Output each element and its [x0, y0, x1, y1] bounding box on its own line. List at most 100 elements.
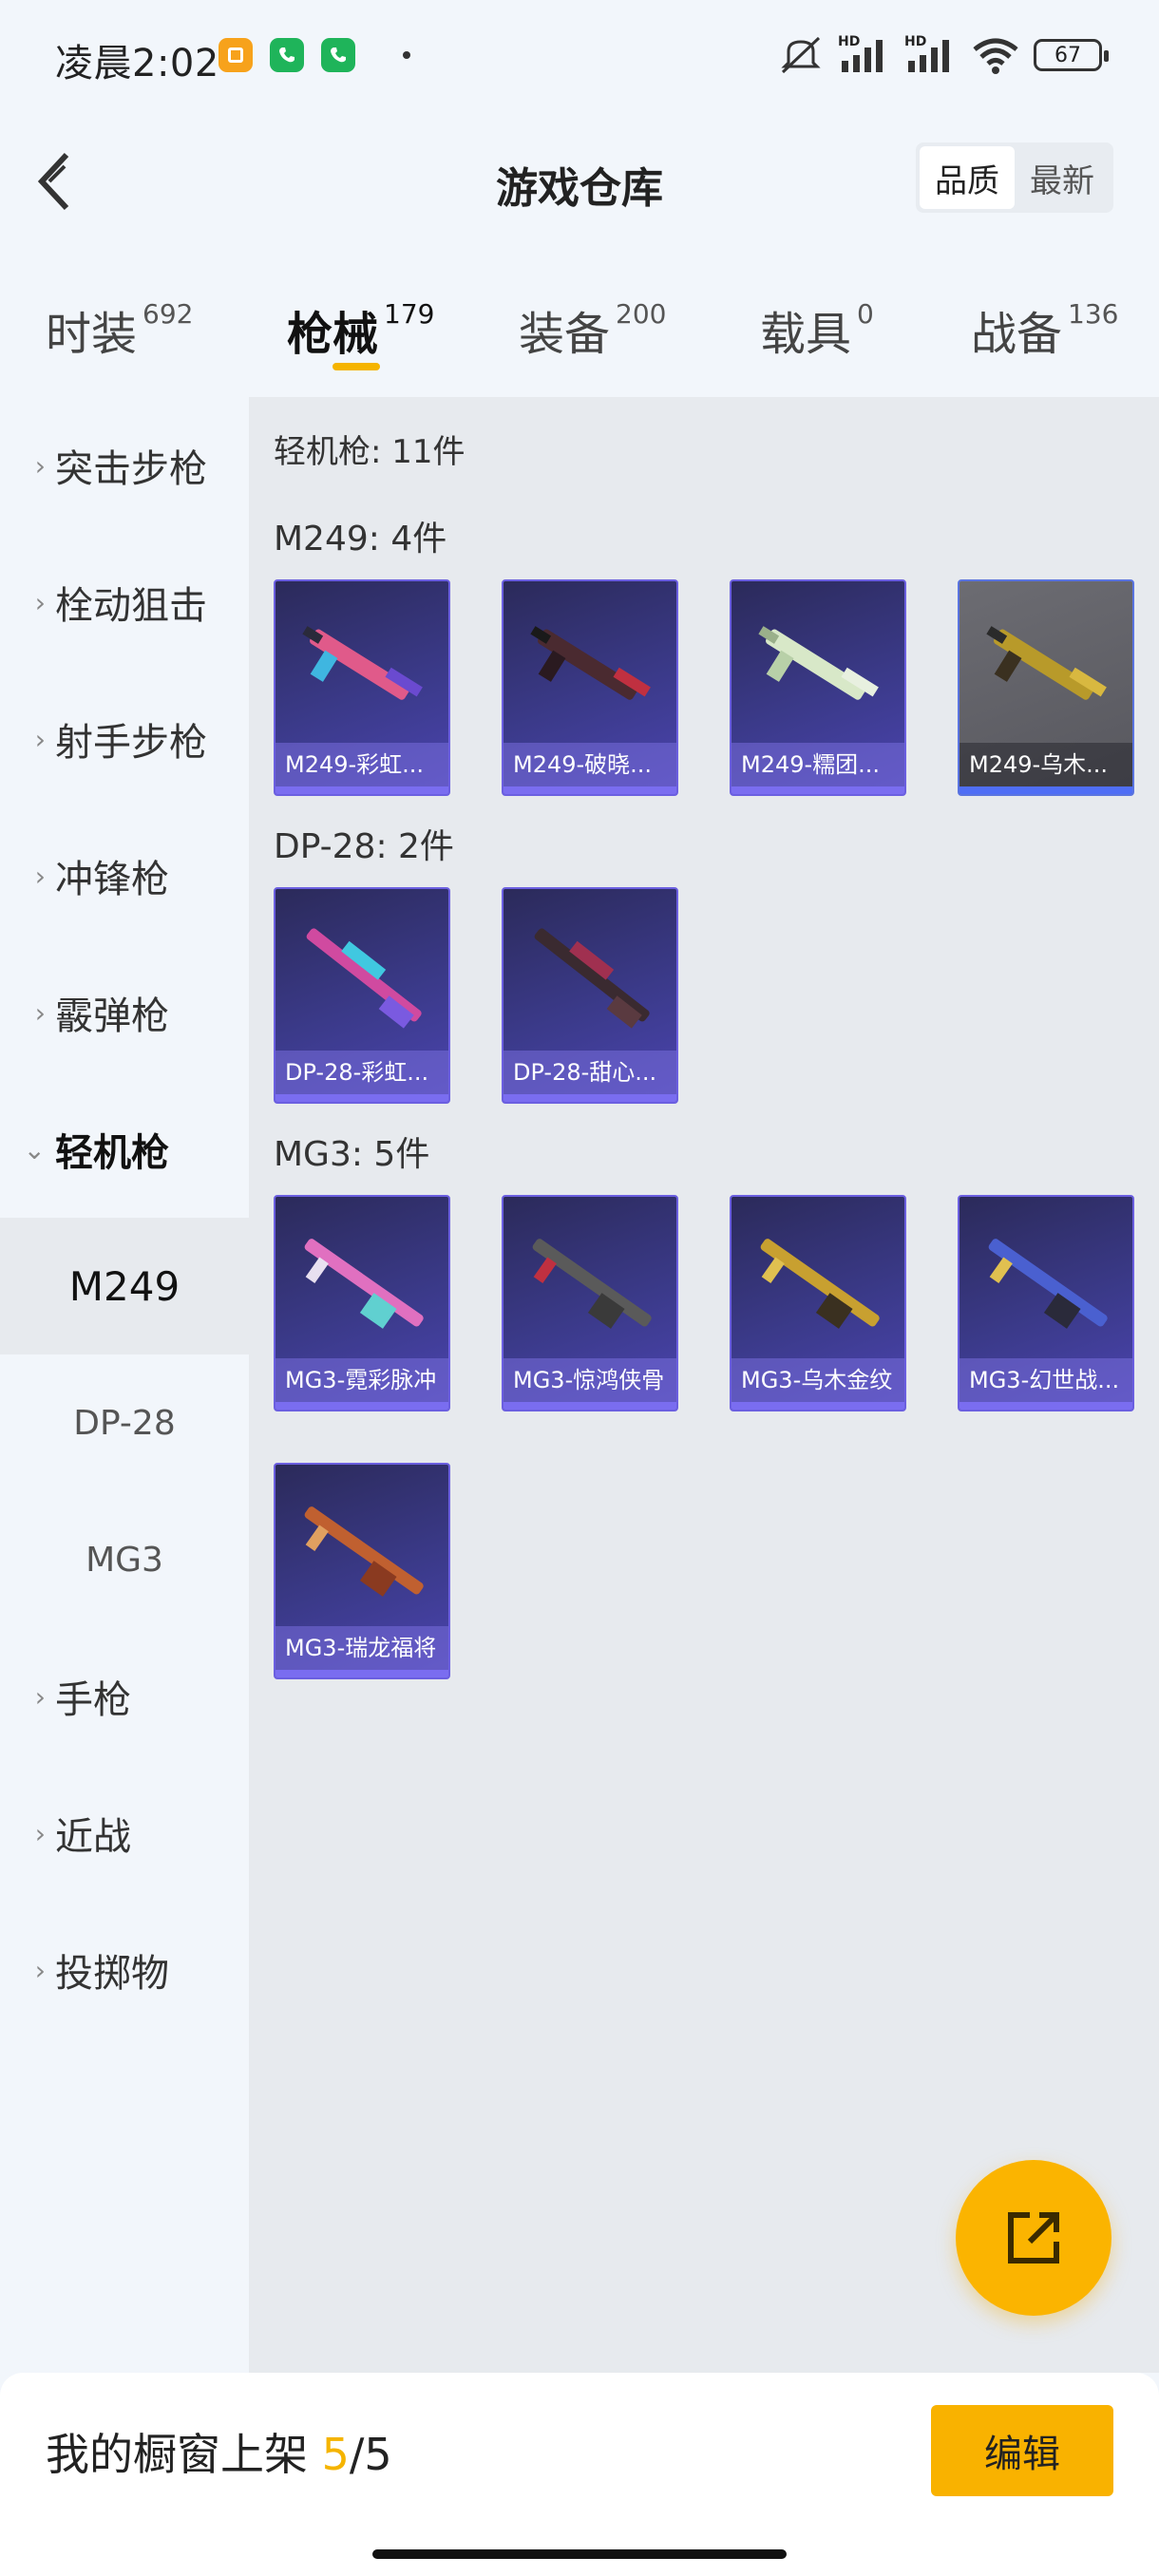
- item-name: DP-28-彩虹...: [276, 1051, 448, 1094]
- group-title-dp28: DP-28: 2件: [274, 827, 454, 866]
- tab-fashion[interactable]: 时装 692: [46, 296, 193, 363]
- chevron-right-icon: ›: [34, 1680, 46, 1713]
- rarity-bar: [960, 1402, 1132, 1410]
- chevron-right-icon: ›: [34, 586, 46, 618]
- share-fab-button[interactable]: [956, 2160, 1112, 2316]
- rarity-bar: [276, 1402, 448, 1410]
- item-name: DP-28-甜心...: [504, 1051, 676, 1094]
- sidebar-item-lmg[interactable]: ⌄ 轻机枪: [0, 1081, 249, 1218]
- sidebar-subitem-mg3[interactable]: MG3: [0, 1491, 249, 1628]
- item-name: M249-乌木...: [960, 743, 1132, 786]
- item-name: M249-破晓...: [504, 743, 676, 786]
- chevron-right-icon: ›: [34, 996, 46, 1029]
- tab-equipment[interactable]: 装备 200: [519, 296, 666, 363]
- showcase-status: 我的橱窗上架 5/5: [46, 2420, 392, 2483]
- sidebar-item-throwables[interactable]: › 投掷物: [0, 1902, 249, 2038]
- tab-count: 0: [857, 298, 874, 330]
- weapon-image: [534, 928, 650, 1029]
- sidebar-subitem-dp28[interactable]: DP-28: [0, 1354, 249, 1491]
- sort-newest-option[interactable]: 最新: [1015, 146, 1110, 209]
- sidebar-item-label: 霰弹枪: [55, 994, 169, 1038]
- showcase-label: 我的橱窗上架: [46, 2429, 308, 2480]
- rarity-bar: [504, 786, 676, 794]
- phone-app-icon: [321, 38, 355, 72]
- showcase-total: /5: [349, 2429, 392, 2480]
- chevron-right-icon: ›: [34, 449, 46, 482]
- item-card[interactable]: M249-彩虹...: [274, 579, 450, 796]
- tab-supplies[interactable]: 战备 136: [971, 296, 1118, 363]
- sidebar-item-label: 手枪: [55, 1678, 131, 1722]
- tab-weapons[interactable]: 枪械 179: [287, 296, 434, 363]
- showcase-bar: 我的橱窗上架 5/5 编辑: [0, 2373, 1159, 2576]
- sidebar-item-bolt-sniper[interactable]: › 栓动狙击: [0, 534, 249, 671]
- sidebar-item-pistol[interactable]: › 手枪: [0, 1628, 249, 1765]
- chevron-right-icon: ›: [34, 1817, 46, 1849]
- sidebar-item-smg[interactable]: › 冲锋枪: [0, 807, 249, 944]
- signal-icon: [842, 40, 883, 72]
- cellular-signal-1: HD: [838, 34, 891, 76]
- home-indicator[interactable]: [372, 2549, 787, 2559]
- sidebar-item-marksman-rifle[interactable]: › 射手步枪: [0, 671, 249, 807]
- item-card[interactable]: MG3-乌木金纹: [730, 1195, 906, 1411]
- tab-count: 200: [616, 298, 667, 330]
- item-card[interactable]: M249-糯团...: [730, 579, 906, 796]
- item-name: M249-糯团...: [732, 743, 904, 786]
- item-card[interactable]: DP-28-彩虹...: [274, 887, 450, 1104]
- item-card[interactable]: DP-28-甜心...: [502, 887, 678, 1104]
- active-tab-indicator: [332, 363, 380, 370]
- chevron-right-icon: ›: [34, 860, 46, 892]
- sidebar-item-label: 栓动狙击: [55, 584, 207, 628]
- sidebar-item-melee[interactable]: › 近战: [0, 1765, 249, 1902]
- wifi-icon: [973, 38, 1018, 74]
- rarity-bar: [276, 786, 448, 794]
- weapon-image: [304, 1239, 424, 1329]
- sidebar-item-label: 轻机枪: [55, 1131, 169, 1175]
- item-card[interactable]: M249-乌木...: [958, 579, 1134, 796]
- tab-count: 692: [142, 298, 194, 330]
- category-total: 轻机枪: 11件: [274, 433, 466, 471]
- rarity-bar: [504, 1094, 676, 1102]
- item-name: MG3-乌木金纹: [732, 1358, 904, 1402]
- weapon-image: [758, 626, 879, 700]
- category-tabs: 时装 692 枪械 179 装备 200 载具 0 战备 136: [0, 275, 1159, 380]
- item-name: M249-彩虹...: [276, 743, 448, 786]
- group-title-mg3: MG3: 5件: [274, 1135, 430, 1174]
- tab-vehicles[interactable]: 载具 0: [760, 296, 874, 363]
- item-card[interactable]: MG3-瑞龙福将: [274, 1463, 450, 1679]
- status-bar: 凌晨2:02 HD HD 67: [0, 0, 1159, 114]
- sort-quality-option[interactable]: 品质: [920, 146, 1015, 209]
- item-card[interactable]: MG3-幻世战...: [958, 1195, 1134, 1411]
- rarity-bar: [732, 786, 904, 794]
- edit-button[interactable]: 编辑: [931, 2405, 1113, 2496]
- battery-icon: 67: [1034, 39, 1109, 71]
- tab-count: 136: [1068, 298, 1119, 330]
- sidebar-item-assault-rifle[interactable]: › 突击步枪: [0, 397, 249, 534]
- chevron-right-icon: ›: [34, 1954, 46, 1986]
- sort-toggle: 品质 最新: [916, 142, 1113, 213]
- sidebar-subitem-m249[interactable]: M249: [0, 1218, 249, 1354]
- sidebar-item-label: 冲锋枪: [55, 858, 169, 901]
- item-card[interactable]: M249-破晓...: [502, 579, 678, 796]
- status-time: 凌晨2:02: [55, 42, 219, 85]
- notification-icons: [218, 38, 410, 72]
- chevron-right-icon: ›: [34, 723, 46, 755]
- item-card[interactable]: MG3-惊鸿侠骨: [502, 1195, 678, 1411]
- item-name: MG3-幻世战...: [960, 1358, 1132, 1402]
- weapon-image: [530, 626, 651, 700]
- rarity-bar: [276, 1094, 448, 1102]
- system-status-icons: HD HD 67: [777, 34, 1109, 76]
- tab-label: 时装: [46, 308, 138, 361]
- signal-icon: [908, 40, 949, 72]
- weapon-image: [304, 1506, 424, 1597]
- sidebar-item-shotgun[interactable]: › 霰弹枪: [0, 944, 249, 1081]
- rarity-bar: [504, 1402, 676, 1410]
- header: 游戏仓库 品质 最新: [0, 114, 1159, 247]
- weapon-image: [988, 1239, 1108, 1329]
- item-card[interactable]: MG3-霓彩脉冲: [274, 1195, 450, 1411]
- tab-label: 装备: [519, 308, 611, 361]
- tab-label: 枪械: [287, 308, 379, 361]
- weapon-image: [306, 928, 422, 1029]
- tab-label: 载具: [760, 308, 852, 361]
- showcase-current: 5: [321, 2429, 350, 2480]
- tab-label: 战备: [971, 308, 1063, 361]
